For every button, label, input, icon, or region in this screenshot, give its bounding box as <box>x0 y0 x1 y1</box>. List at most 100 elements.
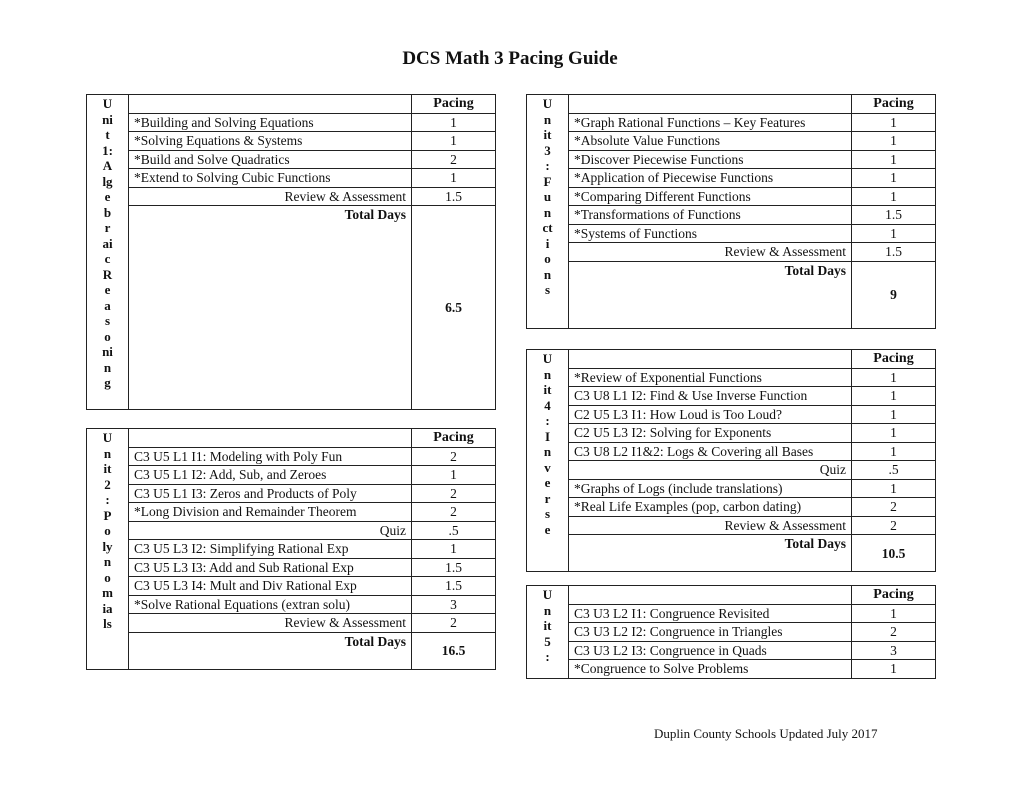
unit-label-line: e <box>544 521 551 537</box>
total-days-value: 9 <box>851 260 936 329</box>
lesson-days: 1.5 <box>851 242 936 262</box>
lesson-topic: C3 U3 L2 I1: Congruence Revisited <box>568 603 852 623</box>
lesson-days: 2 <box>851 515 936 535</box>
unit-label-line: e <box>104 282 111 297</box>
lesson-row: *Review of Exponential Functions 1 <box>527 367 936 387</box>
lesson-topic: *Solving Equations & Systems <box>128 131 412 151</box>
unit-label-line: 3 <box>544 142 551 158</box>
lesson-row: C3 U3 L2 I1: Congruence Revisited 1 <box>527 603 936 623</box>
unit-label-line: r <box>544 490 551 506</box>
unit-label-line: n <box>543 366 552 382</box>
unit-label: Un it 2: Po ly n o m ia ls <box>86 428 129 670</box>
topic-header <box>568 94 852 114</box>
lesson-row: C3 U5 L3 I3: Add and Sub Rational Exp 1.5 <box>87 557 496 577</box>
lesson-row: *Solving Equations & Systems 1 <box>87 131 496 151</box>
lesson-row: *Building and Solving Equations 1 <box>87 112 496 132</box>
unit-label-line: n <box>103 445 112 461</box>
lesson-topic: *Application of Piecewise Functions <box>568 168 852 188</box>
total-days-label: Total Days <box>568 260 852 329</box>
unit-label: Un it 3: Fu n ct i o n s <box>526 94 569 329</box>
unit-label-line: r <box>104 220 111 235</box>
lesson-topic: Review & Assessment <box>568 515 852 535</box>
unit-label-line: 5 <box>544 633 551 649</box>
lesson-days: 2 <box>411 149 496 169</box>
lesson-topic: *Long Division and Remainder Theorem <box>128 502 412 522</box>
unit-label-line: o <box>544 251 551 266</box>
unit-label-line: n <box>543 602 552 618</box>
lesson-row: *Transformations of Functions 1.5 <box>527 205 936 225</box>
unit-label: Uni t 1: Alg e b r ai c Re a s o ni n g <box>86 94 129 410</box>
lesson-row: *Long Division and Remainder Theorem 2 <box>87 502 496 522</box>
lesson-topic: Quiz <box>128 520 412 540</box>
lesson-days: 1 <box>851 441 936 461</box>
lesson-row: C3 U5 L3 I2: Simplifying Rational Exp 1 <box>87 539 496 559</box>
lesson-days: 1 <box>851 186 936 206</box>
lesson-days: 1 <box>411 112 496 132</box>
lesson-days: 2 <box>411 613 496 633</box>
unit-label-line: ni <box>102 344 113 359</box>
lesson-days: 3 <box>851 640 936 660</box>
lesson-days: 2 <box>411 446 496 466</box>
lesson-days: 1 <box>411 465 496 485</box>
header-row: Un it 5: Pacing <box>526 585 936 679</box>
unit-label-line: n <box>103 359 112 375</box>
pacing-header: Pacing <box>411 428 496 448</box>
lesson-days: 1 <box>851 423 936 443</box>
unit-label-line: U <box>542 587 553 602</box>
lesson-days: 1.5 <box>411 186 496 206</box>
lesson-topic: C2 U5 L3 I1: How Loud is Too Loud? <box>568 404 852 424</box>
header-row: Un it 3: Fu n ct i o n s Pacing <box>526 94 936 329</box>
lesson-topic: C3 U8 L2 I1&2: Logs & Covering all Bases <box>568 441 852 461</box>
topic-header <box>128 94 412 114</box>
unit-1-table: Uni t 1: Alg e b r ai c Re a s o ni n g Pacing *Building … <box>86 94 496 410</box>
lesson-topic: Review & Assessment <box>568 242 852 262</box>
unit-label-line: R <box>102 266 113 282</box>
lesson-row: Review & Assessment 2 <box>87 613 496 633</box>
lesson-days: 1 <box>851 168 936 188</box>
unit-label-line: lg <box>102 173 113 189</box>
lesson-topic: *Extend to Solving Cubic Functions <box>128 168 412 188</box>
unit-label-line: o <box>104 569 111 585</box>
lesson-days: 1 <box>851 603 936 623</box>
unit-label-line: s <box>544 506 551 521</box>
unit-label-line: n <box>543 444 552 459</box>
lesson-row: Review & Assessment 1.5 <box>527 242 936 262</box>
lesson-days: 1.5 <box>411 576 496 596</box>
unit-label-line: 2 <box>104 476 111 492</box>
lesson-row: C3 U8 L2 I1&2: Logs & Covering all Bases… <box>527 441 936 461</box>
header-row: Uni t 1: Alg e b r ai c Re a s o ni n g Pacing <box>86 94 496 410</box>
lesson-days: 3 <box>411 594 496 614</box>
lesson-topic: C3 U8 L1 I2: Find & Use Inverse Function <box>568 386 852 406</box>
unit-label-line: e <box>544 475 551 490</box>
lesson-topic: *Review of Exponential Functions <box>568 367 852 387</box>
unit-label-line: g <box>104 375 111 390</box>
lesson-days: 1.5 <box>851 205 936 225</box>
unit-label-line: n <box>543 266 552 282</box>
total-row: Total Days 10.5 <box>527 534 936 572</box>
lesson-topic: *Solve Rational Equations (extran solu) <box>128 594 412 614</box>
lesson-days: .5 <box>851 460 936 480</box>
lesson-topic: C3 U3 L2 I2: Congruence in Triangles <box>568 622 852 642</box>
lesson-topic: *Building and Solving Equations <box>128 112 412 132</box>
unit-label-line: U <box>542 96 553 111</box>
lesson-row: C3 U5 L1 I2: Add, Sub, and Zeroes 1 <box>87 465 496 485</box>
lesson-topic: Review & Assessment <box>128 613 412 633</box>
lesson-days: .5 <box>411 520 496 540</box>
unit-label-line: 1: <box>102 142 113 158</box>
unit-5-table: Un it 5: Pacing C3 U3 L2 I1: Congruence Revi… <box>526 585 936 679</box>
unit-label-line: b <box>103 204 112 220</box>
total-row: Total Days 16.5 <box>87 631 496 670</box>
unit-label-line: it <box>543 618 552 633</box>
lesson-days: 2 <box>411 502 496 522</box>
page-title: DCS Math 3 Pacing Guide <box>402 48 618 69</box>
lesson-topic: C2 U5 L3 I2: Solving for Exponents <box>568 423 852 443</box>
lesson-row: *Real Life Examples (pop, carbon dating)… <box>527 497 936 517</box>
footer-text: Duplin County Schools Updated July 2017 <box>654 726 878 741</box>
pacing-header: Pacing <box>851 94 936 114</box>
unit-label-line: : <box>105 492 110 507</box>
lesson-topic: *Absolute Value Functions <box>568 131 852 151</box>
lesson-topic: C3 U5 L1 I1: Modeling with Poly Fun <box>128 446 412 466</box>
unit-label-line: : <box>545 649 550 664</box>
lesson-days: 1 <box>411 539 496 559</box>
unit-label-line: ct <box>542 220 553 235</box>
